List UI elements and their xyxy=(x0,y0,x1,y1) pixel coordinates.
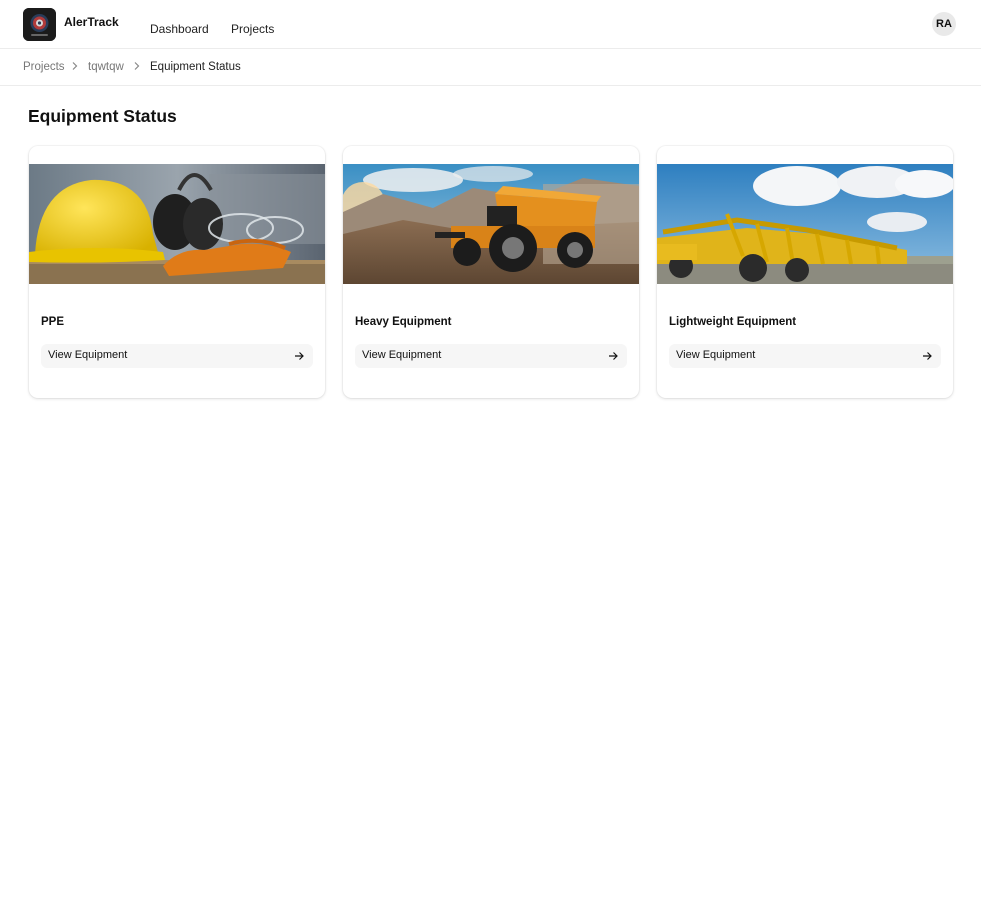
view-equipment-button[interactable]: View Equipment xyxy=(41,344,313,368)
hard-hat-earmuffs-gloves-photo xyxy=(29,164,325,284)
equipment-card-lightweight: Lightweight Equipment View Equipment xyxy=(657,146,953,398)
top-navbar: AlerTrack Dashboard Projects RA xyxy=(0,0,981,49)
nav-dashboard-link[interactable]: Dashboard xyxy=(150,22,209,36)
equipment-card-ppe: PPE View Equipment xyxy=(29,146,325,398)
page-title: Equipment Status xyxy=(28,106,177,126)
nav-projects-link[interactable]: Projects xyxy=(231,22,274,36)
chevron-right-icon xyxy=(71,61,79,74)
view-equipment-label: View Equipment xyxy=(48,349,128,361)
card-title: Lightweight Equipment xyxy=(669,316,797,328)
card-title: Heavy Equipment xyxy=(355,316,452,328)
breadcrumb-project[interactable]: tqwtqw xyxy=(88,61,124,73)
breadcrumb: Projects tqwtqw Equipment Status xyxy=(0,49,981,86)
view-equipment-label: View Equipment xyxy=(362,349,442,361)
breadcrumb-current: Equipment Status xyxy=(150,61,241,73)
card-title: PPE xyxy=(41,316,65,328)
view-equipment-button[interactable]: View Equipment xyxy=(669,344,941,368)
chevron-right-icon xyxy=(133,61,141,74)
user-avatar[interactable]: RA xyxy=(932,12,956,36)
equipment-card-heavy: Heavy Equipment View Equipment xyxy=(343,146,639,398)
view-equipment-button[interactable]: View Equipment xyxy=(355,344,627,368)
yellow-cultivator-machine-photo xyxy=(657,164,953,284)
breadcrumb-projects[interactable]: Projects xyxy=(23,61,65,73)
app-name: AlerTrack xyxy=(64,15,119,29)
mining-dump-truck-photo xyxy=(343,164,639,284)
app-logo-icon[interactable] xyxy=(23,8,56,41)
view-equipment-label: View Equipment xyxy=(676,349,756,361)
arrow-right-icon xyxy=(609,352,618,360)
arrow-right-icon xyxy=(295,352,304,360)
arrow-right-icon xyxy=(923,352,932,360)
